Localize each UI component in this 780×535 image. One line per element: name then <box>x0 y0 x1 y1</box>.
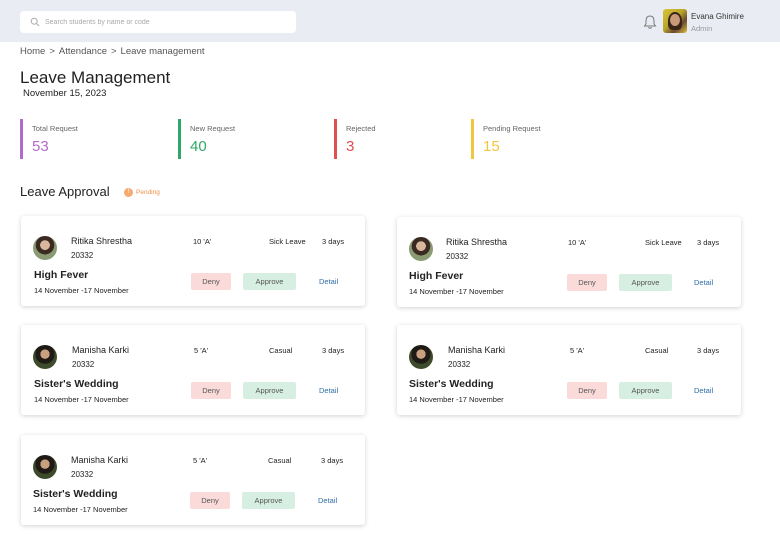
student-name: Manisha Karki <box>72 345 130 355</box>
search-input[interactable] <box>45 18 275 26</box>
detail-link[interactable]: Detail <box>319 277 338 286</box>
user-name: Evana Ghimire <box>691 12 744 21</box>
approve-button[interactable]: Approve <box>619 274 672 291</box>
bell-icon[interactable] <box>643 14 657 30</box>
leave-reason: High Fever <box>409 270 464 282</box>
leave-reason: Sister's Wedding <box>34 378 119 390</box>
leave-reason: High Fever <box>34 269 89 281</box>
leave-type: Sick Leave <box>269 237 306 246</box>
student-class: 5 'A' <box>194 346 209 355</box>
leave-dates: 14 November -17 November <box>33 505 128 514</box>
stat-pending-request: Pending Request 15 <box>471 119 541 159</box>
leave-days: 3 days <box>321 456 344 465</box>
leave-type: Sick Leave <box>645 238 682 247</box>
student-id: 20332 <box>72 360 95 369</box>
stat-label: Total Request <box>32 124 78 133</box>
stat-label: New Request <box>190 124 236 133</box>
student-id: 20332 <box>71 470 94 479</box>
student-id: 20332 <box>71 251 94 260</box>
student-avatar <box>33 236 57 260</box>
student-name: Manisha Karki <box>448 345 506 355</box>
leave-request-card: Manisha Karki 20332 5 'A' Casual 3 days … <box>397 325 741 415</box>
search-box[interactable] <box>20 11 296 33</box>
student-name: Ritika Shrestha <box>446 237 508 247</box>
leave-reason: Sister's Wedding <box>33 488 118 500</box>
leave-dates: 14 November -17 November <box>34 286 129 295</box>
stat-value: 15 <box>483 138 500 155</box>
stat-label: Pending Request <box>483 124 541 133</box>
student-class: 10 'A' <box>193 237 212 246</box>
leave-type: Casual <box>269 346 293 355</box>
deny-button[interactable]: Deny <box>191 382 231 399</box>
leave-days: 3 days <box>697 346 720 355</box>
leave-type: Casual <box>645 346 669 355</box>
student-class: 10 'A' <box>568 238 587 247</box>
breadcrumb-home[interactable]: Home <box>20 46 45 57</box>
student-avatar <box>409 345 433 369</box>
student-class: 5 'A' <box>193 456 208 465</box>
approve-button[interactable]: Approve <box>243 382 296 399</box>
stat-value: 40 <box>190 138 207 155</box>
breadcrumb-separator: > <box>110 46 117 57</box>
section-title: Leave Approval <box>20 184 110 199</box>
student-avatar <box>33 345 57 369</box>
detail-link[interactable]: Detail <box>318 496 337 505</box>
breadcrumb-separator: > <box>49 46 55 57</box>
detail-link[interactable]: Detail <box>694 278 713 287</box>
student-avatar <box>409 237 433 261</box>
page-date: November 15, 2023 <box>23 88 107 99</box>
breadcrumb: Home > Attendance > Leave management <box>20 46 205 57</box>
stat-value: 53 <box>32 138 49 155</box>
leave-dates: 14 November -17 November <box>34 395 129 404</box>
breadcrumb-attendance[interactable]: Attendance <box>59 46 107 57</box>
leave-request-card: Ritika Shrestha 20332 10 'A' Sick Leave … <box>397 217 741 307</box>
leave-request-card: Manisha Karki 20332 5 'A' Casual 3 days … <box>21 435 365 525</box>
leave-dates: 14 November -17 November <box>409 287 504 296</box>
student-name: Ritika Shrestha <box>71 236 133 246</box>
stat-new-request: New Request 40 <box>178 119 235 159</box>
stat-value: 3 <box>346 138 355 155</box>
approve-button[interactable]: Approve <box>243 273 296 290</box>
stat-total-request: Total Request 53 <box>20 119 78 159</box>
student-name: Manisha Karki <box>71 455 129 465</box>
approve-button[interactable]: Approve <box>619 382 672 399</box>
pending-icon: ! <box>124 188 133 197</box>
breadcrumb-current: Leave management <box>120 46 205 57</box>
student-avatar <box>33 455 57 479</box>
student-id: 20332 <box>448 360 471 369</box>
student-id: 20332 <box>446 252 469 261</box>
deny-button[interactable]: Deny <box>190 492 230 509</box>
user-role: Admin <box>691 24 713 33</box>
deny-button[interactable]: Deny <box>567 382 607 399</box>
page-title: Leave Management <box>20 68 171 87</box>
deny-button[interactable]: Deny <box>567 274 607 291</box>
approve-button[interactable]: Approve <box>242 492 295 509</box>
leave-type: Casual <box>268 456 292 465</box>
detail-link[interactable]: Detail <box>319 386 338 395</box>
pending-label: Pending <box>136 189 160 196</box>
leave-request-card: Manisha Karki 20332 5 'A' Casual 3 days … <box>21 325 365 415</box>
deny-button[interactable]: Deny <box>191 273 231 290</box>
leave-reason: Sister's Wedding <box>409 378 494 390</box>
stat-rejected: Rejected 3 <box>334 119 376 159</box>
search-icon <box>30 17 40 27</box>
detail-link[interactable]: Detail <box>694 386 713 395</box>
leave-days: 3 days <box>697 238 720 247</box>
user-avatar[interactable] <box>663 9 687 33</box>
stat-label: Rejected <box>346 124 376 133</box>
pending-badge: ! Pending <box>124 188 160 197</box>
student-class: 5 'A' <box>570 346 585 355</box>
leave-days: 3 days <box>322 237 345 246</box>
leave-request-card: Ritika Shrestha 20332 10 'A' Sick Leave … <box>21 216 365 306</box>
leave-days: 3 days <box>322 346 345 355</box>
leave-dates: 14 November -17 November <box>409 395 504 404</box>
top-bar: Evana Ghimire Admin <box>0 0 780 42</box>
